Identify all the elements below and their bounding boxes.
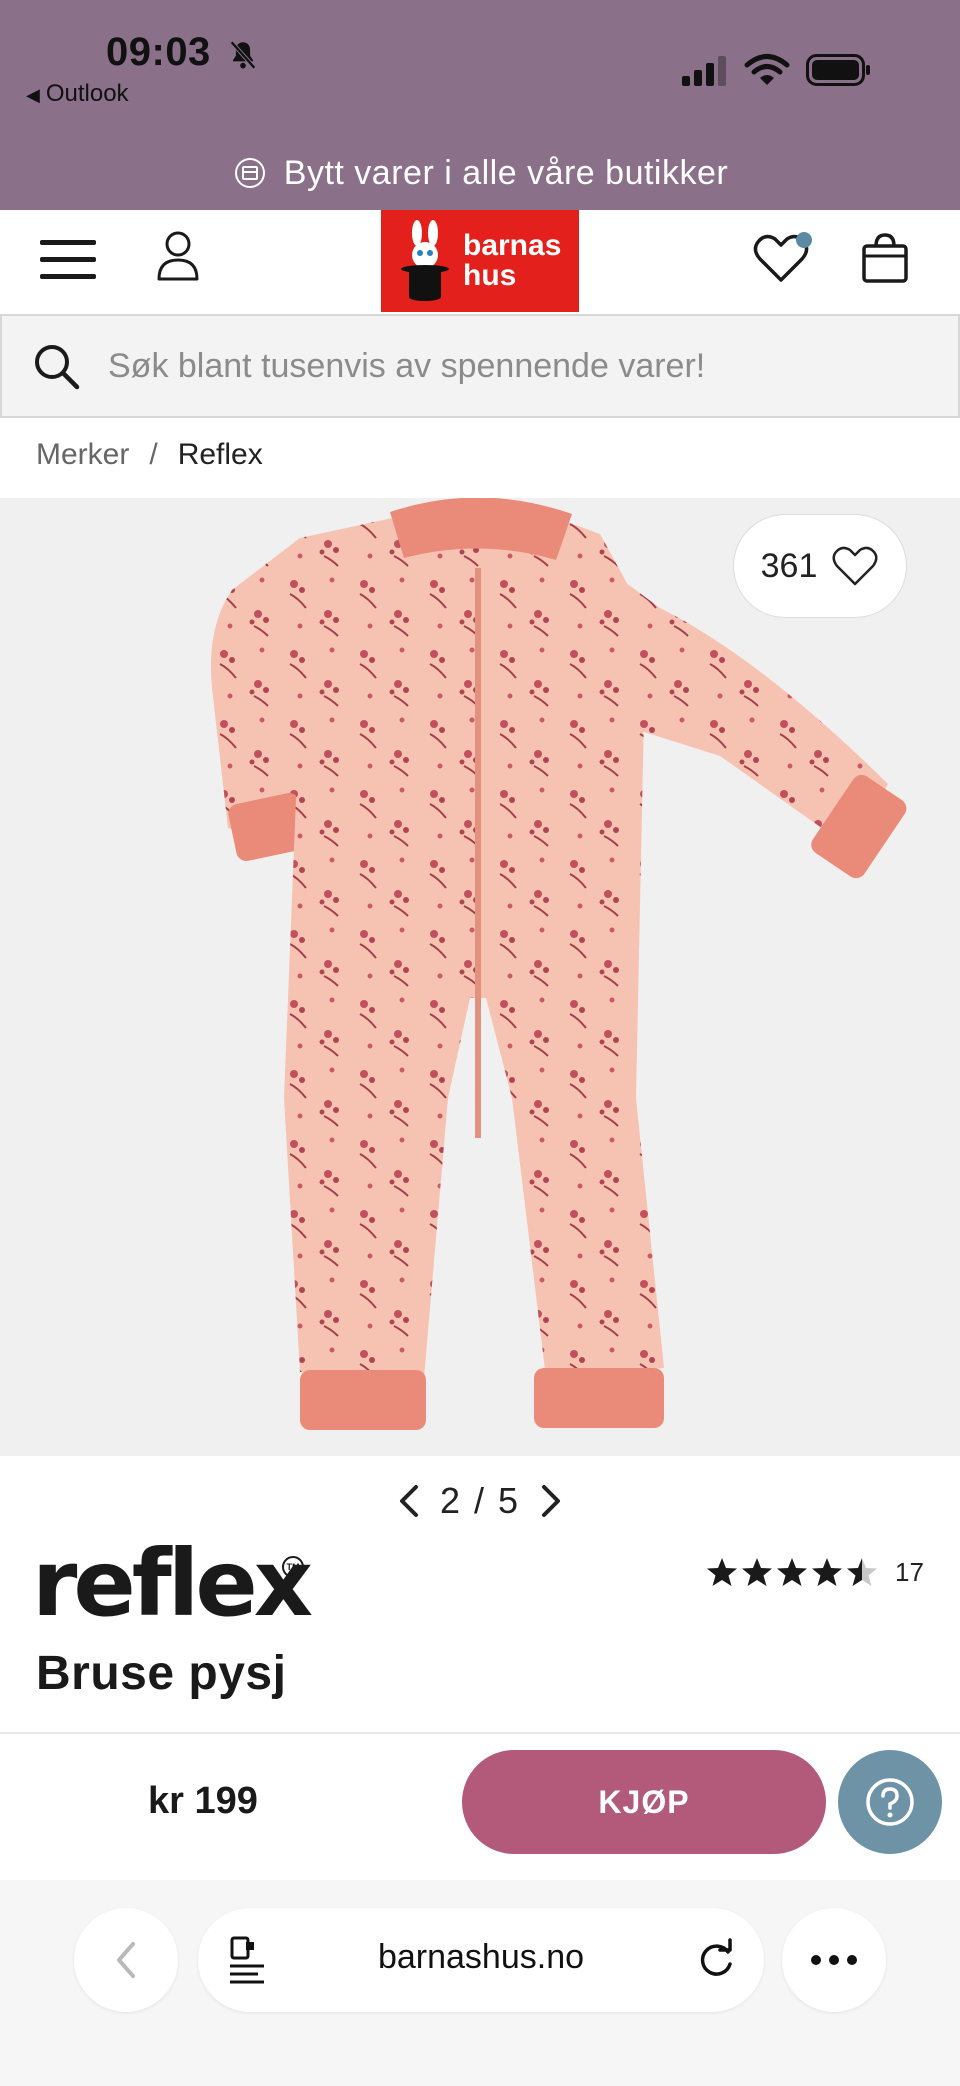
brand-logo[interactable]: reflex — [32, 1534, 313, 1634]
rating-stars — [706, 1556, 881, 1588]
chevron-right-icon[interactable] — [536, 1481, 566, 1521]
breadcrumb-separator: / — [149, 438, 158, 471]
pager-current: 2 — [439, 1480, 462, 1521]
brand-trademark: TM — [282, 1556, 304, 1578]
rating-count: 17 — [895, 1556, 924, 1587]
more-dots-icon — [811, 1955, 857, 1965]
bell-off-icon — [230, 40, 256, 70]
user-icon[interactable] — [156, 230, 200, 282]
pager-position: 2 / 5 — [440, 1480, 520, 1522]
image-pager: 2 / 5 — [0, 1476, 960, 1526]
chevron-left-icon — [117, 1942, 135, 1978]
product-rating[interactable]: 17 — [706, 1556, 924, 1588]
back-to-app-link[interactable]: ◀ Outlook — [26, 80, 129, 108]
like-count: 361 — [760, 546, 818, 585]
exchange-icon — [234, 158, 265, 188]
signal-icon — [682, 56, 726, 86]
breadcrumb-merker[interactable]: Merker — [36, 438, 129, 472]
search-icon — [35, 345, 80, 390]
battery-icon — [806, 54, 870, 86]
site-logo[interactable]: barnas hus — [381, 210, 579, 312]
star-icon — [847, 1558, 877, 1586]
promo-banner[interactable]: Bytt varer i alle våre butikker — [0, 150, 960, 196]
bag-icon[interactable] — [860, 232, 910, 284]
star-icon — [742, 1558, 772, 1586]
address-bar[interactable]: barnashus.no — [198, 1908, 764, 2012]
url-text: barnashus.no — [377, 1938, 585, 1976]
logo-line-1: barnas — [463, 229, 562, 262]
search-input[interactable] — [108, 346, 908, 386]
buy-button[interactable]: KJØP — [462, 1750, 826, 1854]
search-bar[interactable] — [0, 314, 960, 418]
browser-back-button[interactable] — [74, 1908, 178, 2012]
question-icon — [866, 1778, 914, 1826]
product-price: kr 199 — [148, 1780, 258, 1822]
logo-line-2: hus — [463, 259, 517, 292]
star-icon — [777, 1558, 807, 1586]
product-title: Bruse pysj — [36, 1647, 287, 1700]
wishlist-badge-dot — [796, 232, 812, 248]
like-button[interactable]: 361 — [733, 514, 907, 618]
pager-total: 5 — [498, 1480, 521, 1521]
wifi-icon — [744, 54, 790, 85]
site-header: barnas hus — [0, 210, 960, 314]
heart-outline-icon — [832, 546, 878, 586]
pager-separator: / — [473, 1480, 486, 1521]
breadcrumb-reflex[interactable]: Reflex — [178, 438, 263, 472]
star-icon — [707, 1558, 737, 1586]
back-app-label: Outlook — [45, 80, 129, 107]
breadcrumb: Merker / Reflex — [36, 438, 263, 472]
divider — [0, 1732, 960, 1734]
chevron-left-icon[interactable] — [394, 1481, 424, 1521]
reload-icon[interactable] — [694, 1938, 738, 1982]
browser-more-button[interactable] — [782, 1908, 886, 2012]
status-time: 09:03 — [106, 30, 211, 74]
product-gallery[interactable]: 361 — [0, 498, 960, 1456]
menu-icon[interactable] — [40, 238, 96, 282]
promo-text: Bytt varer i alle våre butikker — [283, 153, 729, 192]
star-icon — [812, 1558, 842, 1586]
bunny-hat-logo-icon — [401, 220, 449, 301]
product-image-pajama — [210, 498, 907, 1430]
help-button[interactable] — [838, 1750, 942, 1854]
